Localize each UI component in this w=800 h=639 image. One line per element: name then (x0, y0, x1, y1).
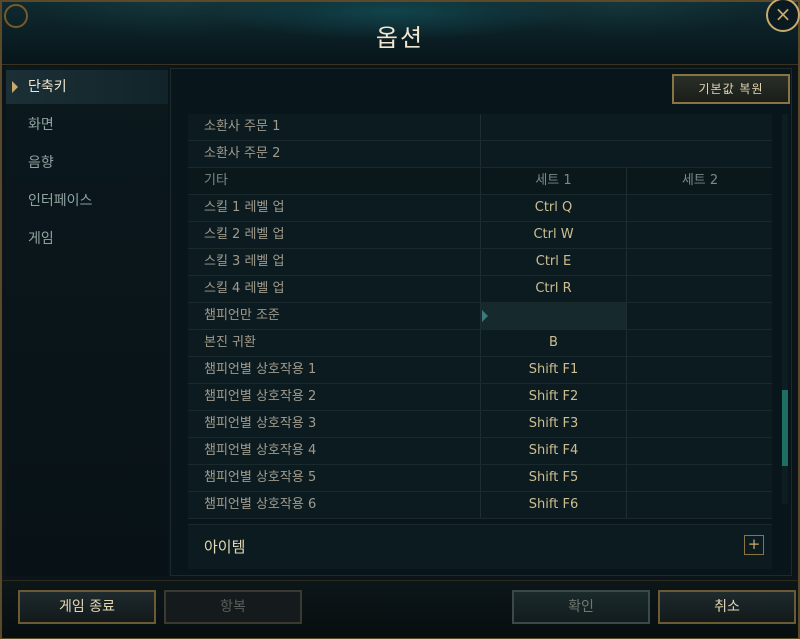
hotkey-name: 스킬 1 레벨 업 (204, 200, 285, 215)
table-row: 챔피언별 상호작용 1 Shift F1 (188, 357, 772, 384)
table-row: 스킬 2 레벨 업 Ctrl W (188, 222, 772, 249)
table-row: 챔피언별 상호작용 3 Shift F3 (188, 411, 772, 438)
hotkey-name: 본진 귀환 (204, 335, 256, 350)
sidebar-item-label: 게임 (28, 231, 54, 247)
options-window: 옵션 × 단축키 화면 음향 인터페이스 게임 기본값 복원 소환사 주문 1 … (0, 0, 800, 639)
window-header: 옵션 (2, 2, 798, 65)
hotkey-set2[interactable] (626, 465, 773, 491)
hotkey-set1[interactable] (480, 303, 626, 329)
hotkey-set1[interactable]: Ctrl R (480, 276, 626, 302)
sidebar-item-game[interactable]: 게임 (6, 222, 168, 256)
hotkey-name: 소환사 주문 1 (204, 119, 281, 134)
sidebar-item-label: 화면 (28, 117, 54, 133)
table-row: 스킬 4 레벨 업 Ctrl R (188, 276, 772, 303)
hotkey-set2[interactable] (626, 222, 773, 248)
hotkey-name: 스킬 2 레벨 업 (204, 227, 285, 242)
hotkey-name: 챔피언별 상호작용 4 (204, 443, 317, 458)
table-header-row: 기타 세트 1 세트 2 (188, 168, 772, 195)
hotkey-name: 스킬 4 레벨 업 (204, 281, 285, 296)
hotkey-name: 스킬 3 레벨 업 (204, 254, 285, 269)
sidebar-item-label: 인터페이스 (28, 193, 93, 209)
sidebar-item-interface[interactable]: 인터페이스 (6, 184, 168, 218)
hotkey-set1[interactable] (480, 141, 773, 167)
table-row: 챔피언별 상호작용 5 Shift F5 (188, 465, 772, 492)
hotkey-set2[interactable] (626, 357, 773, 383)
column-header-category: 기타 (204, 173, 228, 188)
sidebar-item-video[interactable]: 화면 (6, 108, 168, 142)
hotkey-set2[interactable] (626, 249, 773, 275)
hotkey-set1[interactable]: Ctrl W (480, 222, 626, 248)
hotkey-set2[interactable] (626, 384, 773, 410)
table-row: 소환사 주문 1 (188, 114, 772, 141)
hotkey-set1[interactable]: Shift F6 (480, 492, 626, 518)
hotkey-set1[interactable]: Shift F2 (480, 384, 626, 410)
hotkey-set1[interactable]: Shift F1 (480, 357, 626, 383)
hotkey-name: 챔피언별 상호작용 3 (204, 416, 317, 431)
surrender-button[interactable]: 항복 (164, 590, 302, 624)
hotkey-set1[interactable]: Shift F4 (480, 438, 626, 464)
hotkey-set1[interactable]: Shift F3 (480, 411, 626, 437)
selection-arrow-icon (482, 310, 488, 322)
sidebar-item-label: 단축키 (28, 79, 67, 95)
hotkey-name: 챔피언만 조준 (204, 308, 280, 323)
hotkey-set1[interactable]: Shift F5 (480, 465, 626, 491)
hotkeys-table: 소환사 주문 1 소환사 주문 2 기타 세트 1 세트 2 스킬 1 레벨 업… (188, 114, 772, 519)
exit-game-button[interactable]: 게임 종료 (18, 590, 156, 624)
hotkey-set1[interactable]: Ctrl E (480, 249, 626, 275)
section-title: 아이템 (204, 538, 246, 556)
hotkey-name: 챔피언별 상호작용 5 (204, 470, 317, 485)
hotkey-name: 챔피언별 상호작용 1 (204, 362, 317, 377)
expand-plus-icon[interactable]: + (744, 535, 764, 555)
table-row: 소환사 주문 2 (188, 141, 772, 168)
hotkey-set2[interactable] (626, 303, 773, 329)
hotkey-set2[interactable] (626, 330, 773, 356)
table-row: 스킬 1 레벨 업 Ctrl Q (188, 195, 772, 222)
hotkey-name: 챔피언별 상호작용 2 (204, 389, 317, 404)
table-row: 챔피언만 조준 (188, 303, 772, 330)
table-row: 챔피언별 상호작용 4 Shift F4 (188, 438, 772, 465)
sidebar-item-sound[interactable]: 음향 (6, 146, 168, 180)
sidebar-item-label: 음향 (28, 155, 54, 171)
hotkey-set2[interactable] (626, 411, 773, 437)
hotkey-name: 소환사 주문 2 (204, 146, 281, 161)
sidebar-item-hotkeys[interactable]: 단축키 (6, 70, 168, 104)
scrollbar-thumb[interactable] (782, 390, 788, 466)
window-title: 옵션 (375, 24, 425, 52)
active-arrow-icon (12, 81, 18, 93)
hotkey-name: 챔피언별 상호작용 6 (204, 497, 317, 512)
column-header-set2: 세트 2 (626, 168, 773, 194)
column-header-set1: 세트 1 (480, 168, 626, 194)
hotkey-set1[interactable]: B (480, 330, 626, 356)
hotkey-set2[interactable] (626, 195, 773, 221)
hotkey-set2[interactable] (626, 276, 773, 302)
hotkey-set1[interactable] (480, 114, 773, 140)
hotkey-set1[interactable]: Ctrl Q (480, 195, 626, 221)
table-row: 챔피언별 상호작용 6 Shift F6 (188, 492, 772, 519)
cancel-button[interactable]: 취소 (658, 590, 796, 624)
hotkey-set2[interactable] (626, 438, 773, 464)
table-row: 본진 귀환 B (188, 330, 772, 357)
scrollbar[interactable] (782, 114, 788, 504)
table-row: 챔피언별 상호작용 2 Shift F2 (188, 384, 772, 411)
table-row: 스킬 3 레벨 업 Ctrl E (188, 249, 772, 276)
restore-defaults-button[interactable]: 기본값 복원 (672, 74, 790, 104)
items-section-header[interactable]: 아이템 + (188, 524, 772, 569)
sidebar: 단축키 화면 음향 인터페이스 게임 (6, 66, 168, 576)
hotkey-set2[interactable] (626, 492, 773, 518)
confirm-button[interactable]: 확인 (512, 590, 650, 624)
